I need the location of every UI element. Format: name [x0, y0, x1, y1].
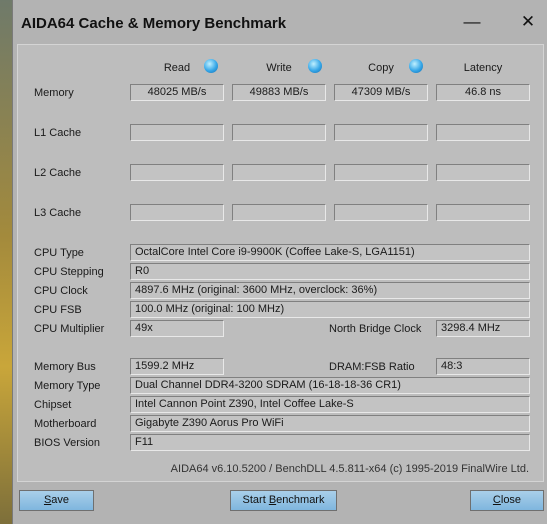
start-label-rest: enchmark — [276, 494, 325, 506]
l1-read-field — [130, 124, 224, 141]
cpu-fsb-label: CPU FSB — [34, 304, 82, 316]
cpu-fsb-value: 100.0 MHz (original: 100 MHz) — [135, 303, 285, 315]
cpu-stepping-value: R0 — [135, 265, 150, 277]
memory-copy-value: 47309 MB/s — [351, 86, 411, 98]
button-bar: Save Start Benchmark Close — [17, 486, 544, 524]
row-label-l2: L2 Cache — [34, 167, 82, 179]
cpu-fsb-field: 100.0 MHz (original: 100 MHz) — [130, 301, 530, 318]
memory-latency-value: 46.8 ns — [464, 86, 502, 98]
cpu-multiplier-label: CPU Multiplier — [34, 323, 105, 335]
motherboard-field: Gigabyte Z390 Aorus Pro WiFi — [130, 415, 530, 432]
copyright-footer: AIDA64 v6.10.5200 / BenchDLL 4.5.811-x64… — [170, 463, 529, 475]
window-title: AIDA64 Cache & Memory Benchmark — [21, 15, 287, 32]
info-bubble-icon[interactable] — [308, 59, 322, 73]
cpu-stepping-label: CPU Stepping — [34, 266, 104, 278]
desktop-background — [0, 0, 12, 524]
close-mnemonic: C — [492, 494, 501, 506]
l1-latency-field — [436, 124, 530, 141]
dram-ratio-label: DRAM:FSB Ratio — [329, 361, 415, 373]
chipset-field: Intel Cannon Point Z390, Intel Coffee La… — [130, 396, 530, 413]
chipset-value: Intel Cannon Point Z390, Intel Coffee La… — [135, 398, 354, 410]
memory-latency-field: 46.8 ns — [436, 84, 530, 101]
memory-type-value: Dual Channel DDR4-3200 SDRAM (16-18-18-3… — [135, 379, 401, 391]
start-label-pre: Start — [242, 494, 269, 506]
bios-version-value: F11 — [135, 436, 154, 448]
bios-version-field: F11 — [130, 434, 530, 451]
row-label-l3: L3 Cache — [34, 207, 82, 219]
nb-clock-label: North Bridge Clock — [329, 323, 422, 335]
memory-write-field: 49883 MB/s — [232, 84, 326, 101]
close-button[interactable]: Close — [470, 490, 544, 511]
l3-copy-field — [334, 204, 428, 221]
cpu-clock-label: CPU Clock — [34, 285, 88, 297]
l2-latency-field — [436, 164, 530, 181]
memory-bus-label: Memory Bus — [34, 361, 96, 373]
cpu-multiplier-field: 49x — [130, 320, 224, 337]
memory-read-value: 48025 MB/s — [147, 86, 207, 98]
memory-bus-value: 1599.2 MHz — [135, 360, 195, 372]
minimize-button[interactable]: — — [457, 10, 487, 34]
start-benchmark-button[interactable]: Start Benchmark — [230, 490, 337, 511]
benchmark-window: AIDA64 Cache & Memory Benchmark — ✕ Read… — [12, 0, 547, 524]
motherboard-label: Motherboard — [34, 418, 97, 430]
l2-write-field — [232, 164, 326, 181]
memory-write-value: 49883 MB/s — [249, 86, 309, 98]
cpu-clock-field: 4897.6 MHz (original: 3600 MHz, overcloc… — [130, 282, 530, 299]
l3-read-field — [130, 204, 224, 221]
row-label-l1: L1 Cache — [34, 127, 82, 139]
nb-clock-field: 3298.4 MHz — [436, 320, 530, 337]
save-button[interactable]: Save — [19, 490, 94, 511]
cpu-type-field: OctalCore Intel Core i9-9900K (Coffee La… — [130, 244, 530, 261]
l3-latency-field — [436, 204, 530, 221]
cpu-clock-value: 4897.6 MHz (original: 3600 MHz, overcloc… — [135, 284, 378, 296]
memory-type-label: Memory Type — [34, 380, 101, 392]
cpu-type-value: OctalCore Intel Core i9-9900K (Coffee La… — [135, 246, 415, 258]
l2-read-field — [130, 164, 224, 181]
memory-read-field: 48025 MB/s — [130, 84, 224, 101]
info-bubble-icon[interactable] — [204, 59, 218, 73]
memory-bus-field: 1599.2 MHz — [130, 358, 224, 375]
cpu-multiplier-value: 49x — [135, 322, 153, 334]
results-panel: Read Write Copy Latency Memory 48025 MB/… — [17, 44, 544, 482]
close-label: lose — [500, 494, 522, 506]
motherboard-value: Gigabyte Z390 Aorus Pro WiFi — [135, 417, 284, 429]
cpu-type-label: CPU Type — [34, 247, 84, 259]
dram-ratio-value: 48:3 — [441, 360, 463, 372]
l3-write-field — [232, 204, 326, 221]
row-label-memory: Memory — [34, 87, 74, 99]
l2-copy-field — [334, 164, 428, 181]
close-window-button[interactable]: ✕ — [513, 10, 543, 34]
l1-write-field — [232, 124, 326, 141]
nb-clock-value: 3298.4 MHz — [441, 322, 501, 334]
chipset-label: Chipset — [34, 399, 72, 411]
bios-version-label: BIOS Version — [34, 437, 101, 449]
column-latency: Latency — [463, 62, 503, 74]
l1-copy-field — [334, 124, 428, 141]
info-bubble-icon[interactable] — [409, 59, 423, 73]
memory-copy-field: 47309 MB/s — [334, 84, 428, 101]
dram-ratio-field: 48:3 — [436, 358, 530, 375]
memory-type-field: Dual Channel DDR4-3200 SDRAM (16-18-18-3… — [130, 377, 530, 394]
cpu-stepping-field: R0 — [130, 263, 530, 280]
title-bar: AIDA64 Cache & Memory Benchmark — ✕ — [13, 0, 547, 44]
save-label: ave — [51, 494, 70, 506]
